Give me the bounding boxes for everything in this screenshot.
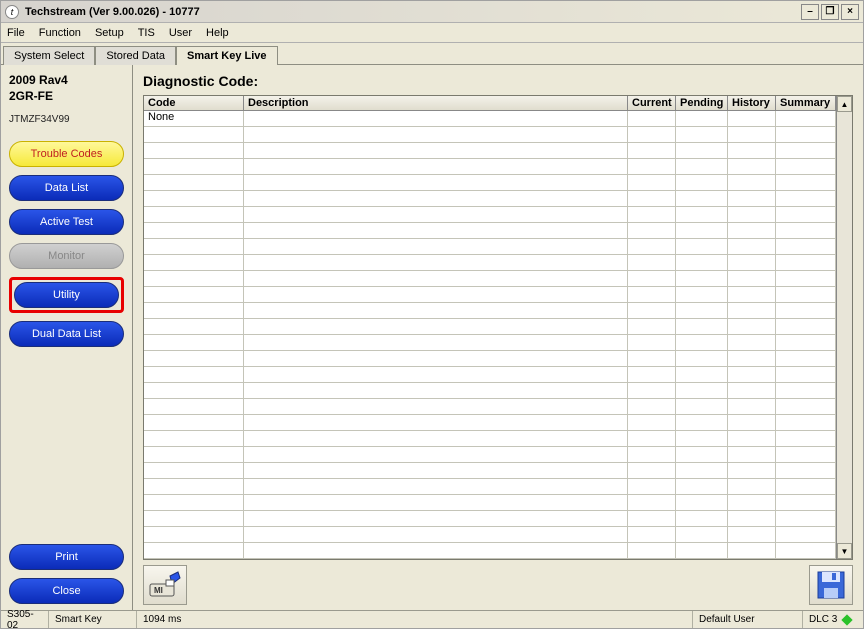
svg-text:MI: MI: [154, 586, 163, 595]
menubar: File Function Setup TIS User Help: [1, 23, 863, 43]
eraser-icon: MI: [148, 570, 182, 600]
table-row[interactable]: [144, 511, 836, 527]
table-row[interactable]: [144, 223, 836, 239]
vehicle-vin: JTMZF34V99: [5, 114, 128, 141]
tab-stored-data[interactable]: Stored Data: [95, 46, 176, 65]
table-row[interactable]: [144, 319, 836, 335]
status-time: 1094 ms: [137, 611, 693, 628]
table-row[interactable]: [144, 479, 836, 495]
table-row[interactable]: [144, 287, 836, 303]
scroll-up-icon[interactable]: ▲: [837, 96, 852, 112]
table-row[interactable]: [144, 447, 836, 463]
menu-user[interactable]: User: [169, 27, 192, 39]
table-row[interactable]: [144, 543, 836, 559]
col-pending[interactable]: Pending: [676, 96, 728, 110]
table-row[interactable]: [144, 239, 836, 255]
utility-highlight: Utility: [9, 277, 124, 313]
data-list-button[interactable]: Data List: [9, 175, 124, 201]
minimize-button[interactable]: –: [801, 4, 819, 20]
status-system: Smart Key: [49, 611, 137, 628]
scroll-down-icon[interactable]: ▼: [837, 543, 852, 559]
col-summary[interactable]: Summary: [776, 96, 836, 110]
titlebar: t Techstream (Ver 9.00.026) - 10777 – ❐ …: [1, 1, 863, 23]
tab-smart-key-live[interactable]: Smart Key Live: [176, 46, 277, 65]
table-row[interactable]: [144, 399, 836, 415]
col-description[interactable]: Description: [244, 96, 628, 110]
table-row[interactable]: [144, 527, 836, 543]
dual-data-list-button[interactable]: Dual Data List: [9, 321, 124, 347]
menu-file[interactable]: File: [7, 27, 25, 39]
tab-strip: System Select Stored Data Smart Key Live: [1, 43, 863, 65]
clear-dtc-button[interactable]: MI: [143, 565, 187, 605]
table-row[interactable]: [144, 255, 836, 271]
table-row[interactable]: [144, 127, 836, 143]
statusbar: S305-02 Smart Key 1094 ms Default User D…: [1, 610, 863, 628]
scroll-track[interactable]: [837, 112, 852, 543]
table-row[interactable]: [144, 159, 836, 175]
table-row[interactable]: [144, 367, 836, 383]
main-bottom-toolbar: MI: [143, 560, 853, 604]
window-title: Techstream (Ver 9.00.026) - 10777: [25, 6, 801, 18]
sidebar: 2009 Rav4 2GR-FE JTMZF34V99 Trouble Code…: [1, 65, 133, 610]
main-heading: Diagnostic Code:: [143, 73, 853, 89]
connection-led-icon: [842, 614, 853, 625]
save-button[interactable]: [809, 565, 853, 605]
table-row[interactable]: [144, 415, 836, 431]
utility-button[interactable]: Utility: [14, 282, 119, 308]
print-button[interactable]: Print: [9, 544, 124, 570]
dtc-grid: Code Description Current Pending History…: [143, 95, 853, 560]
table-row[interactable]: [144, 351, 836, 367]
grid-header: Code Description Current Pending History…: [144, 96, 836, 111]
tab-system-select[interactable]: System Select: [3, 46, 95, 65]
status-code: S305-02: [1, 611, 49, 628]
grid-body: None: [144, 111, 836, 559]
status-user: Default User: [693, 611, 803, 628]
table-row[interactable]: [144, 271, 836, 287]
vehicle-engine: 2GR-FE: [9, 89, 124, 105]
app-window: t Techstream (Ver 9.00.026) - 10777 – ❐ …: [0, 0, 864, 629]
status-connection: DLC 3: [803, 611, 863, 628]
close-window-button[interactable]: ×: [841, 4, 859, 20]
table-row[interactable]: [144, 175, 836, 191]
vehicle-info: 2009 Rav4 2GR-FE: [5, 71, 128, 114]
table-row[interactable]: None: [144, 111, 836, 127]
vehicle-model: 2009 Rav4: [9, 73, 124, 89]
trouble-codes-button[interactable]: Trouble Codes: [9, 141, 124, 167]
body: 2009 Rav4 2GR-FE JTMZF34V99 Trouble Code…: [1, 65, 863, 610]
main-panel: Diagnostic Code: Code Description Curren…: [133, 65, 863, 610]
table-row[interactable]: [144, 335, 836, 351]
table-row[interactable]: [144, 463, 836, 479]
monitor-button: Monitor: [9, 243, 124, 269]
active-test-button[interactable]: Active Test: [9, 209, 124, 235]
table-row[interactable]: [144, 207, 836, 223]
table-row[interactable]: [144, 383, 836, 399]
table-row[interactable]: [144, 191, 836, 207]
menu-function[interactable]: Function: [39, 27, 81, 39]
close-button[interactable]: Close: [9, 578, 124, 604]
menu-tis[interactable]: TIS: [138, 27, 155, 39]
table-row[interactable]: [144, 431, 836, 447]
table-row[interactable]: [144, 495, 836, 511]
table-row[interactable]: [144, 303, 836, 319]
col-history[interactable]: History: [728, 96, 776, 110]
menu-help[interactable]: Help: [206, 27, 229, 39]
col-current[interactable]: Current: [628, 96, 676, 110]
floppy-disk-icon: [816, 570, 846, 600]
table-row[interactable]: [144, 143, 836, 159]
maximize-button[interactable]: ❐: [821, 4, 839, 20]
app-icon: t: [5, 5, 19, 19]
menu-setup[interactable]: Setup: [95, 27, 124, 39]
col-code[interactable]: Code: [144, 96, 244, 110]
grid-scrollbar[interactable]: ▲ ▼: [836, 96, 852, 559]
